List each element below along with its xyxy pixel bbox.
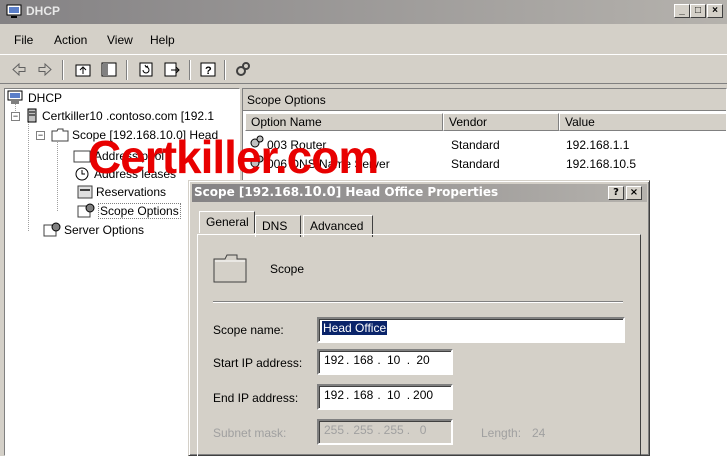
ip-octet: 168: [353, 388, 374, 402]
ip-octet: 255: [353, 423, 374, 437]
dialog-close-button[interactable]: ×: [626, 186, 642, 200]
ip-octet: 192: [323, 353, 345, 367]
show-tree-icon[interactable]: [100, 61, 118, 78]
subnet-mask-label: Subnet mask:: [213, 426, 287, 440]
tab-general[interactable]: General: [199, 211, 255, 233]
back-icon[interactable]: [10, 61, 28, 78]
toolbar-separator: [62, 60, 64, 80]
help-button[interactable]: ?: [608, 186, 624, 200]
ip-octet: 20: [416, 353, 430, 367]
subnet-mask-input: 255. 255. 255. 0: [317, 419, 453, 445]
option-vendor: Standard: [451, 157, 500, 171]
scope-name-input[interactable]: Head Office: [317, 317, 625, 343]
option-vendor: Standard: [451, 138, 500, 152]
dialog-title-prefix: Scope [192.168.: [194, 185, 304, 199]
menubar: File Action View Help: [0, 31, 727, 51]
ip-octet: 255: [383, 423, 404, 437]
end-ip-label: End IP address:: [213, 391, 299, 405]
tree-item-server[interactable]: Certkiller10 .contoso.com [192.1: [25, 108, 214, 124]
server-icon: [27, 108, 37, 123]
column-header-vendor[interactable]: Vendor: [443, 113, 559, 131]
tree-item-label: DHCP: [28, 91, 63, 105]
scope-name-label: Scope name:: [213, 323, 284, 337]
watermark: Certkiller.com: [88, 131, 379, 183]
svg-text:?: ?: [205, 65, 212, 77]
dialog-title-suffix: ] Head Office Properties: [335, 185, 499, 199]
menu-action[interactable]: Action: [54, 33, 87, 47]
tree-item-label: Certkiller10 .contoso.com [192.1: [42, 109, 215, 123]
scope-folder-icon: [213, 254, 247, 283]
scope-header-label: Scope: [270, 262, 305, 276]
reservations-icon: [77, 185, 93, 199]
toolbar-separator: [126, 60, 128, 80]
ip-octet: 192: [323, 388, 345, 402]
tree-item-label: Reservations: [96, 185, 167, 199]
ip-octet: 10: [387, 353, 401, 367]
tools-icon[interactable]: [234, 61, 252, 78]
collapse-toggle[interactable]: −: [11, 112, 20, 121]
column-header-value[interactable]: Value: [559, 113, 726, 131]
folder-icon: [51, 128, 69, 142]
ip-octet: 168: [353, 353, 374, 367]
menu-view[interactable]: View: [107, 33, 133, 47]
scope-options-icon: [77, 203, 95, 218]
tree-item-dhcp[interactable]: DHCP: [7, 90, 62, 106]
tree-item-label: Scope Options: [98, 203, 181, 219]
tree-item-server-options[interactable]: Server Options: [43, 222, 144, 238]
length-label: Length:: [481, 426, 522, 440]
ip-octet: 255: [323, 423, 345, 437]
dialog-title-mid: 10.0: [303, 185, 336, 200]
option-value: 192.168.10.5: [566, 157, 637, 171]
length-value: 24: [532, 426, 546, 440]
window-titlebar: DHCP _ □ ×: [0, 0, 727, 24]
export-icon[interactable]: [163, 61, 181, 78]
option-value: 192.168.1.1: [566, 138, 630, 152]
column-header-option-name[interactable]: Option Name: [245, 113, 443, 131]
start-ip-input[interactable]: 192. 168. 10. 20: [317, 349, 453, 375]
ip-octet: 0: [419, 423, 427, 437]
forward-icon[interactable]: [36, 61, 54, 78]
collapse-toggle[interactable]: −: [36, 131, 45, 140]
close-button[interactable]: ×: [707, 4, 723, 18]
separator: [213, 301, 623, 303]
tree-item-scope-options[interactable]: Scope Options: [77, 203, 181, 219]
scope-properties-dialog: Scope [192.168.10.0] Head Office Propert…: [188, 180, 650, 456]
tree-item-label: Server Options: [64, 223, 145, 237]
scope-name-value: Head Office: [322, 321, 388, 335]
restore-button[interactable]: □: [690, 4, 706, 18]
start-ip-label: Start IP address:: [213, 356, 303, 370]
window-title: DHCP: [26, 4, 61, 18]
dialog-titlebar: Scope [192.168.10.0] Head Office Propert…: [192, 184, 647, 202]
minimize-button[interactable]: _: [674, 4, 690, 18]
menu-help[interactable]: Help: [150, 33, 175, 47]
end-ip-input[interactable]: 192. 168. 10. 200: [317, 384, 453, 410]
dhcp-app-icon: [6, 4, 22, 18]
tree-item-reservations[interactable]: Reservations: [77, 184, 166, 200]
menu-file[interactable]: File: [14, 33, 33, 47]
details-title: Scope Options: [243, 89, 726, 111]
server-options-icon: [43, 222, 61, 237]
refresh-icon[interactable]: [137, 61, 155, 78]
toolbar-separator: [189, 60, 191, 80]
ip-octet: 200: [413, 388, 434, 402]
help-icon[interactable]: ?: [199, 61, 217, 78]
toolbar: ?: [0, 54, 727, 84]
toolbar-separator: [224, 60, 226, 80]
ip-octet: 10: [387, 388, 401, 402]
dhcp-icon: [7, 90, 23, 104]
up-folder-icon[interactable]: [74, 61, 92, 78]
